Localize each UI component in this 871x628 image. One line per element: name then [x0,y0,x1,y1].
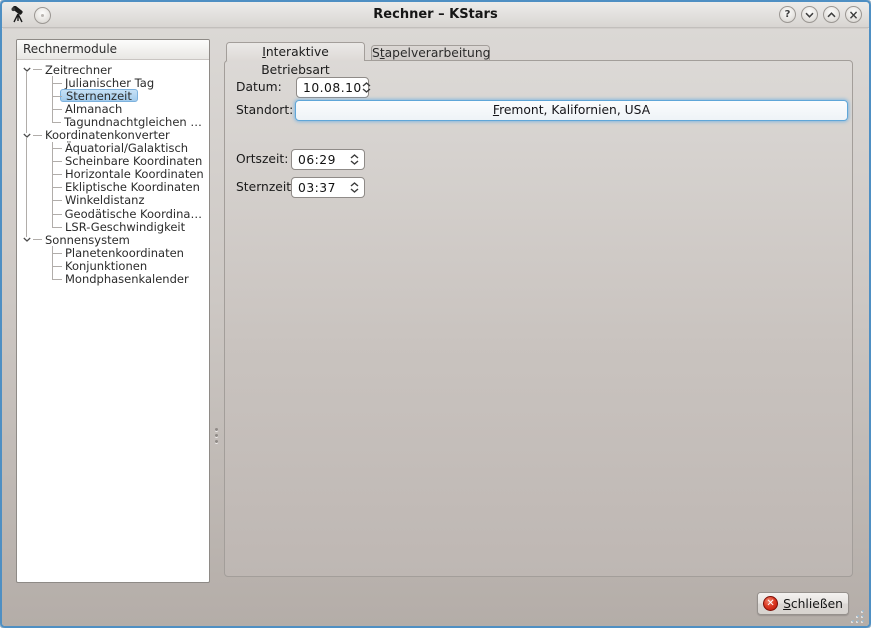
local-time-spinbox[interactable]: 06:29 [291,149,365,170]
tree-branch-line [46,89,62,102]
tree-item-horizontale-koordinaten[interactable]: Horizontale Koordinaten [17,168,209,181]
tree-branch-line [33,135,42,136]
tree-item-label-selected: Sternenzeit [60,89,138,102]
tree-item-almanach[interactable]: Almanach [17,102,209,115]
window-buttons: ? × [779,6,862,23]
tab-label: Interaktive Betriebsart [261,45,330,77]
tree-branch-line [46,207,62,220]
tree-branch-line [46,115,61,128]
sidereal-time-value: 03:37 [292,181,347,195]
tree-item-label: Ekliptische Koordinaten [62,180,203,194]
tree-item-geodaetische-koordinaten[interactable]: Geodätische Koordinaten [17,207,209,220]
tree-item-label: LSR-Geschwindigkeit [62,220,188,234]
kstars-telescope-icon [9,6,27,24]
tree-item-label: Geodätische Koordinaten [62,207,209,221]
tree-item-label: Koordinatenkonverter [42,128,173,142]
tree-branch-line [46,168,62,181]
help-icon: ? [785,10,791,20]
tree-header: Rechnermodule [17,40,209,60]
location-button[interactable]: Fremont, Kalifornien, USA [295,100,848,121]
tree-branch-line [46,155,62,168]
sidereal-time-label: Sternzeit: [236,179,295,195]
module-tree[interactable]: Rechnermodule Zeitrechner Julianischer T… [16,39,210,583]
pin-button[interactable] [34,7,51,24]
tree-branch-line [46,102,62,115]
tree-item-label: Julianischer Tag [62,76,157,90]
tree-branch-line [46,76,62,89]
tree-branch-line [46,259,62,272]
collapse-arrow-icon[interactable] [21,133,33,138]
tree-branch-line [46,194,62,207]
tree-item-label: Mondphasenkalender [62,272,192,286]
tree-item-lsr-geschwindigkeit[interactable]: LSR-Geschwindigkeit [17,220,209,233]
close-window-button[interactable]: × [845,6,862,23]
tab-label: Stapelverarbeitung [372,46,490,60]
local-time-value: 06:29 [292,153,347,167]
dialog-body: Rechnermodule Zeitrechner Julianischer T… [2,29,869,626]
tree-item-planetenkoordinaten[interactable]: Planetenkoordinaten [17,246,209,259]
tree-item-sonnensystem[interactable]: Sonnensystem [17,233,209,246]
chevron-up-icon [827,12,836,18]
tree-item-label: Horizontale Koordinaten [62,167,207,181]
tree-item-aequatorial-galaktisch[interactable]: Äquatorial/Galaktisch [17,142,209,155]
date-spinbox[interactable]: 10.08.10 [296,77,369,98]
maximize-button[interactable] [823,6,840,23]
chevron-down-icon [805,12,814,18]
tree-item-konjunktionen[interactable]: Konjunktionen [17,259,209,272]
interactive-mode-pane: Datum: 10.08.10 Standort: Fremont, Kalif… [224,60,853,577]
date-label: Datum: [236,79,282,95]
spin-arrows-icon[interactable] [347,154,364,165]
close-button-label: Schließen [783,597,843,611]
tree-item-sternenzeit[interactable]: Sternenzeit [17,89,209,102]
collapse-arrow-icon[interactable] [21,237,33,242]
tree-rows: Zeitrechner Julianischer Tag Sternenzeit… [17,60,209,286]
tree-branch-line [46,142,62,155]
minimize-button[interactable] [801,6,818,23]
tree-branch-line [33,69,42,70]
window-title: Rechner – KStars [2,2,869,28]
tree-item-tagundnachtgleichen[interactable]: Tagundnachtgleichen & ... [17,115,209,128]
tab-interaktive-betriebsart[interactable]: Interaktive Betriebsart [226,42,365,61]
collapse-arrow-icon[interactable] [21,67,33,72]
close-button[interactable]: ✕ Schließen [757,592,849,615]
titlebar[interactable]: Rechner – KStars ? × [2,2,869,28]
tree-item-label: Zeitrechner [42,63,115,77]
tree-branch-line [46,273,62,286]
local-time-label: Ortszeit: [236,151,288,167]
tree-item-julianischer-tag[interactable]: Julianischer Tag [17,76,209,89]
calculator-window: Rechner – KStars ? × [0,0,871,628]
close-red-icon: ✕ [763,596,778,611]
tree-item-mondphasenkalender[interactable]: Mondphasenkalender [17,273,209,286]
tree-item-zeitrechner[interactable]: Zeitrechner [17,63,209,76]
tree-item-label: Tagundnachtgleichen & ... [61,115,209,129]
screenshot: Rechner – KStars ? × [0,0,871,628]
tree-item-scheinbare-koordinaten[interactable]: Scheinbare Koordinaten [17,155,209,168]
tree-item-koordinatenkonverter[interactable]: Koordinatenkonverter [17,128,209,141]
spin-arrows-icon[interactable] [362,82,373,93]
tree-branch-line [46,246,62,259]
tree-branch-line [46,181,62,194]
tree-item-label: Scheinbare Koordinaten [62,154,205,168]
tree-item-label: Sonnensystem [42,233,133,247]
resize-grip[interactable] [852,610,864,622]
tree-item-label: Äquatorial/Galaktisch [62,141,191,155]
tree-item-label: Planetenkoordinaten [62,246,187,260]
tree-branch-line [46,220,62,233]
tree-item-winkeldistanz[interactable]: Winkeldistanz [17,194,209,207]
help-button[interactable]: ? [779,6,796,23]
tree-item-ekliptische-koordinaten[interactable]: Ekliptische Koordinaten [17,181,209,194]
spin-arrows-icon[interactable] [347,182,364,193]
tree-item-label: Winkeldistanz [62,193,148,207]
splitter-handle[interactable] [215,428,218,443]
close-icon: × [848,9,858,21]
sidereal-time-spinbox[interactable]: 03:37 [291,177,365,198]
tree-item-label: Almanach [62,102,125,116]
location-label: Standort: [236,102,293,118]
tree-branch-line [33,239,42,240]
tree-item-label: Konjunktionen [62,259,150,273]
date-value: 10.08.10 [297,81,362,95]
